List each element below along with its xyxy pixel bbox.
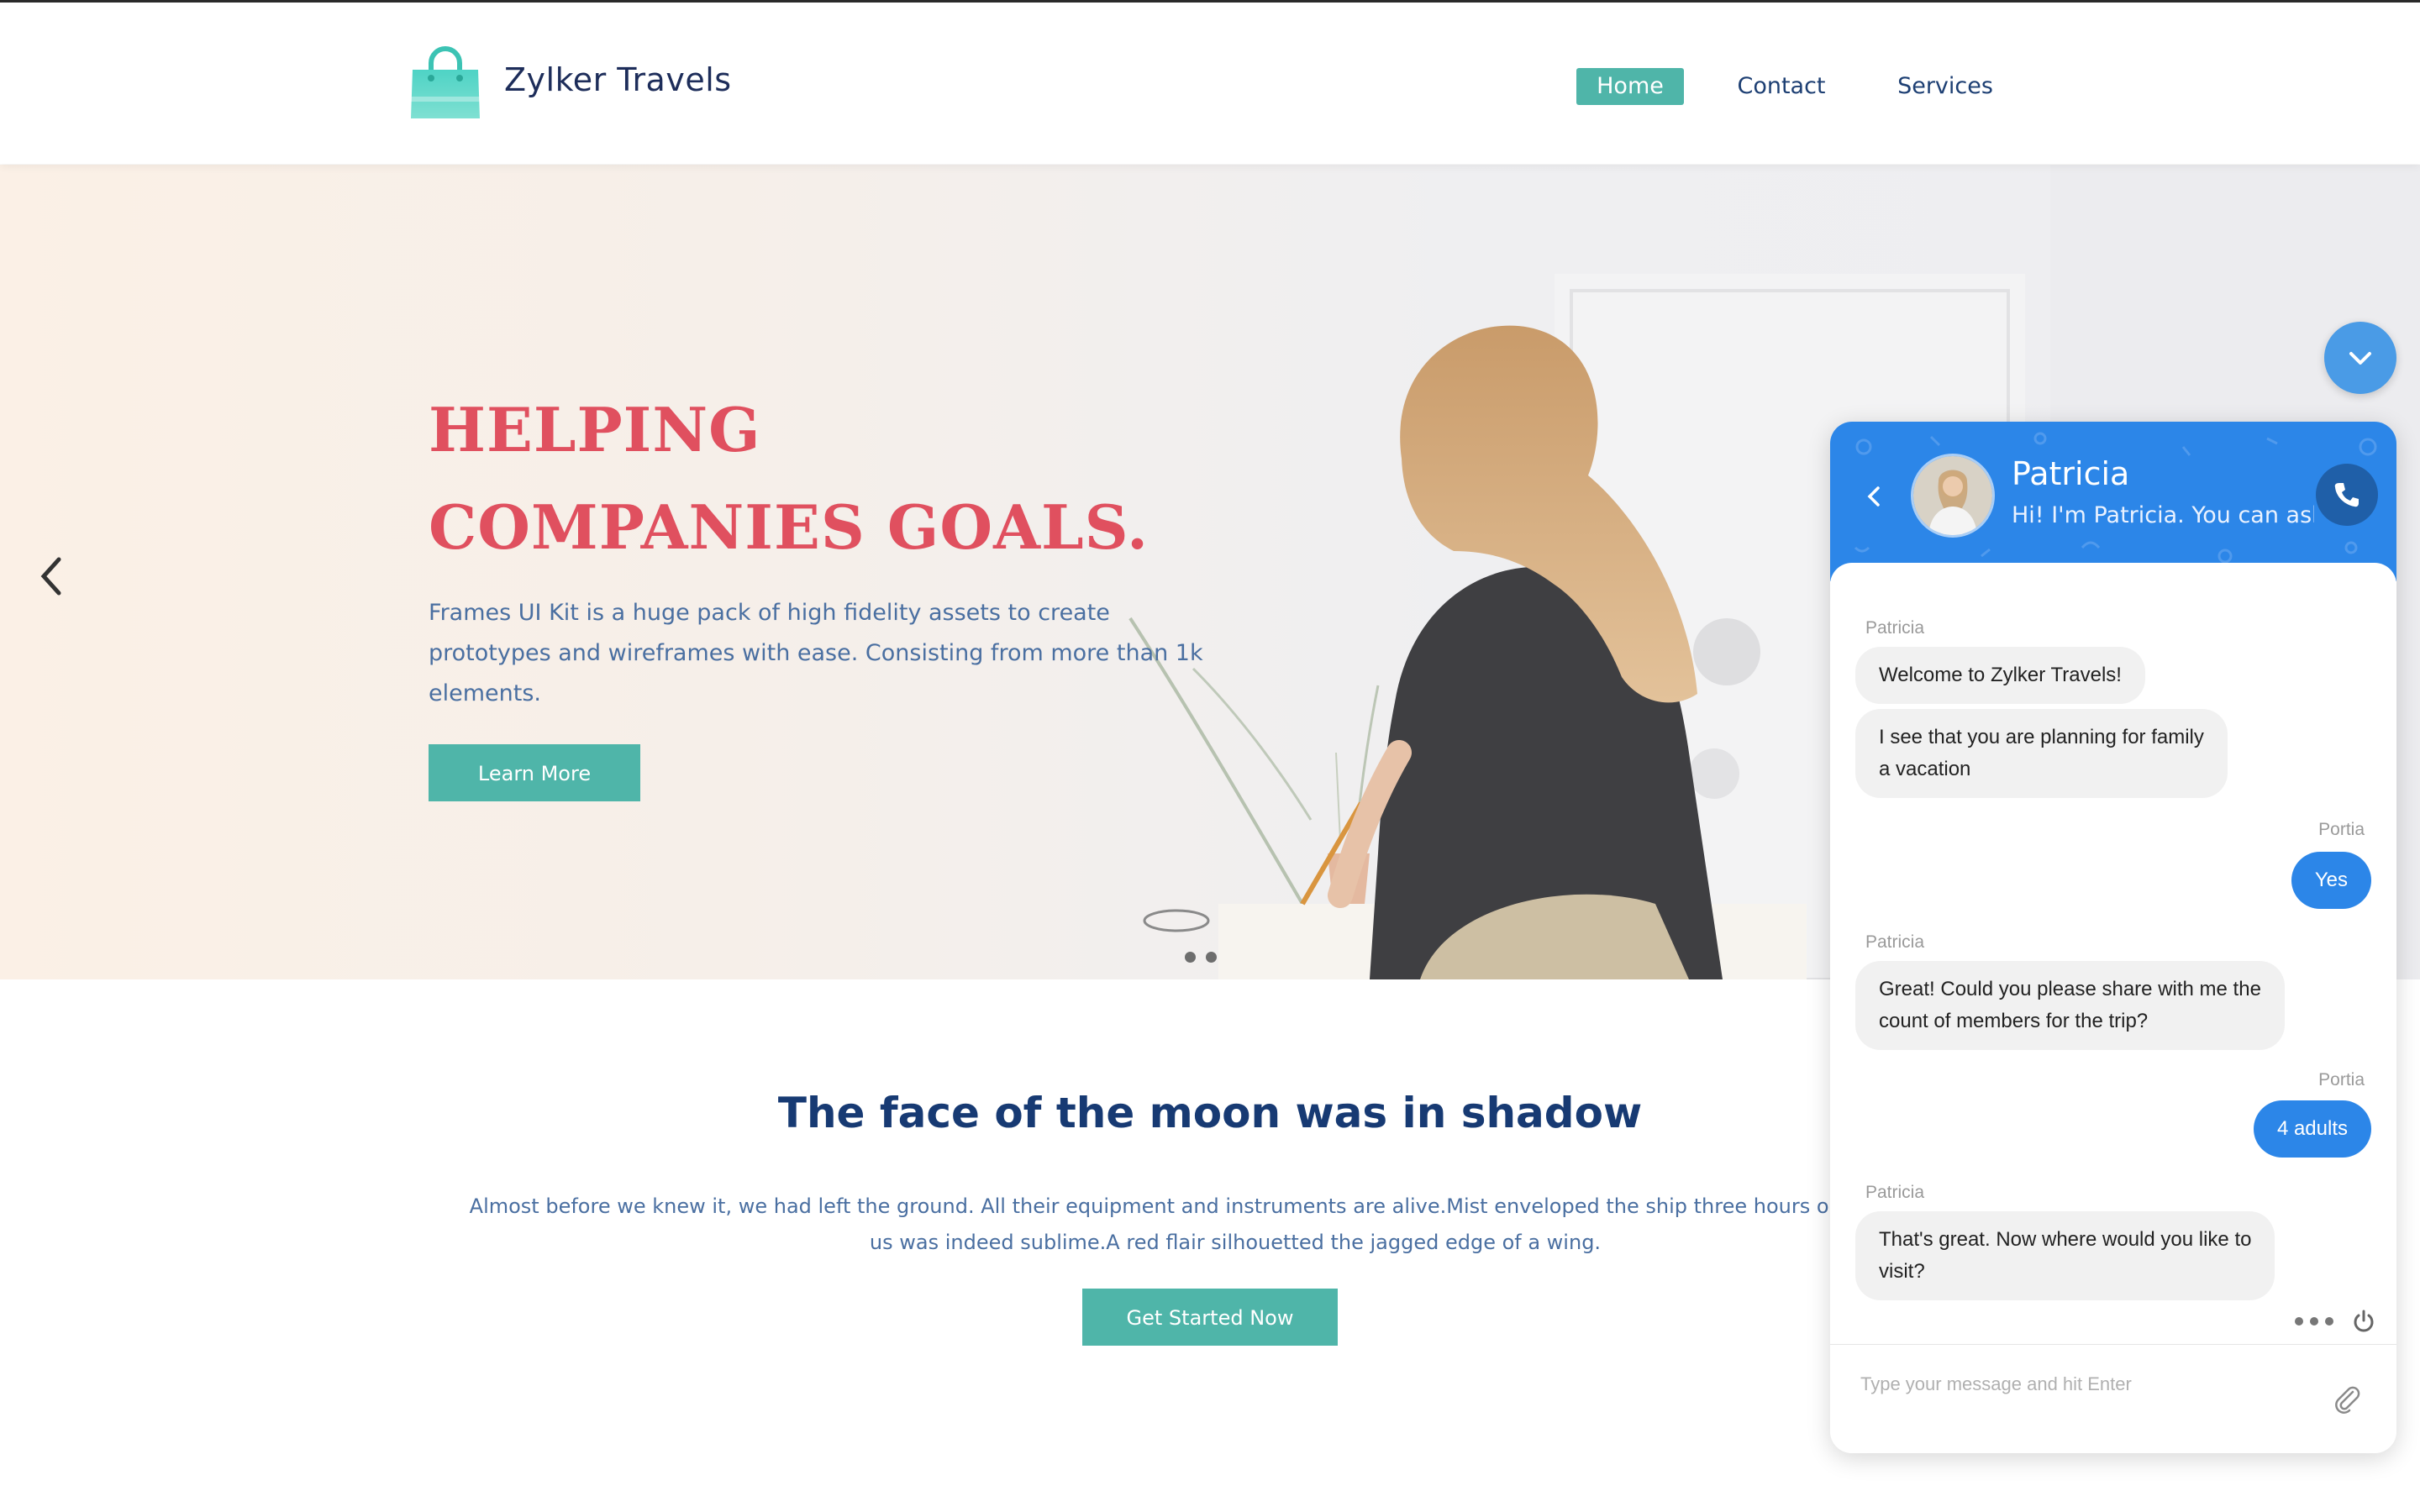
message-line: a vacation xyxy=(1879,758,1971,780)
site-header: Zylker Travels Home Contact Services xyxy=(0,3,2420,164)
message-sender: Patricia xyxy=(1865,932,1925,952)
message-sender: Portia xyxy=(2318,820,2365,839)
get-started-button[interactable]: Get Started Now xyxy=(1082,1289,1338,1346)
message-bubble-incoming: I see that you are planning for family a… xyxy=(1855,709,2228,798)
agent-avatar xyxy=(1911,454,1995,538)
more-dots-icon[interactable] xyxy=(2294,1315,2334,1331)
hero-title-line-2: COMPANIES GOALS. xyxy=(429,491,1150,563)
section-text-line-1: Almost before we knew it, we had left th… xyxy=(469,1194,2002,1218)
chat-widget: Patricia Hi! I'm Patricia. You can ask..… xyxy=(1830,422,2396,1453)
message-line: visit? xyxy=(1879,1260,1925,1283)
message-bubble-incoming: Welcome to Zylker Travels! xyxy=(1855,647,2145,704)
message-bubble-incoming: Great! Could you please share with me th… xyxy=(1855,961,2285,1050)
message-line: I see that you are planning for family xyxy=(1879,726,2204,748)
message-sender: Patricia xyxy=(1865,1183,1925,1202)
agent-name: Patricia xyxy=(2012,455,2130,492)
paperclip-icon[interactable] xyxy=(2333,1383,2361,1418)
message-line: That's great. Now where would you like t… xyxy=(1879,1228,2252,1251)
message-line: Great! Could you please share with me th… xyxy=(1879,978,2261,1000)
chat-back-chevron-left-icon[interactable] xyxy=(1865,484,1882,513)
carousel-dots xyxy=(1185,952,1227,967)
hero-title-line-1: HELPING xyxy=(429,394,761,465)
call-button[interactable] xyxy=(2316,464,2378,526)
section-text-line-2: us was indeed sublime.A red flair silhou… xyxy=(869,1231,1602,1254)
message-bubble-incoming: That's great. Now where would you like t… xyxy=(1855,1211,2275,1300)
chat-header: Patricia Hi! I'm Patricia. You can ask..… xyxy=(1830,422,2396,581)
carousel-prev-chevron-left-icon[interactable] xyxy=(34,551,71,601)
agent-status: Hi! I'm Patricia. You can ask... xyxy=(2012,502,2314,528)
carousel-dot[interactable] xyxy=(1206,952,1217,963)
nav-home[interactable]: Home xyxy=(1576,68,1684,105)
shopping-bag-logo-icon[interactable] xyxy=(408,45,483,122)
hero-description: Frames UI Kit is a huge pack of high fid… xyxy=(429,600,1203,706)
hero-title: HELPING COMPANIES GOALS. xyxy=(429,381,1149,576)
brand-name[interactable]: Zylker Travels xyxy=(504,61,732,98)
power-icon[interactable] xyxy=(2351,1309,2376,1338)
message-bubble-outgoing: 4 adults xyxy=(2253,1100,2371,1158)
message-composer xyxy=(1830,1344,2396,1453)
message-sender: Portia xyxy=(2318,1070,2365,1089)
section-text: Almost before we knew it, we had left th… xyxy=(395,1189,2075,1261)
learn-more-button[interactable]: Learn More xyxy=(429,744,640,801)
message-line: count of members for the trip? xyxy=(1879,1010,2149,1032)
chevron-down-icon xyxy=(2349,352,2371,365)
phone-icon xyxy=(2334,483,2359,507)
message-input[interactable] xyxy=(1859,1367,2316,1402)
chat-collapse-button[interactable] xyxy=(2324,322,2396,394)
message-sender: Patricia xyxy=(1865,618,1925,638)
carousel-dot[interactable] xyxy=(1185,952,1196,963)
nav-contact[interactable]: Contact xyxy=(1731,68,1832,105)
message-bubble-outgoing: Yes xyxy=(2291,852,2371,909)
nav-services[interactable]: Services xyxy=(1891,68,2000,105)
